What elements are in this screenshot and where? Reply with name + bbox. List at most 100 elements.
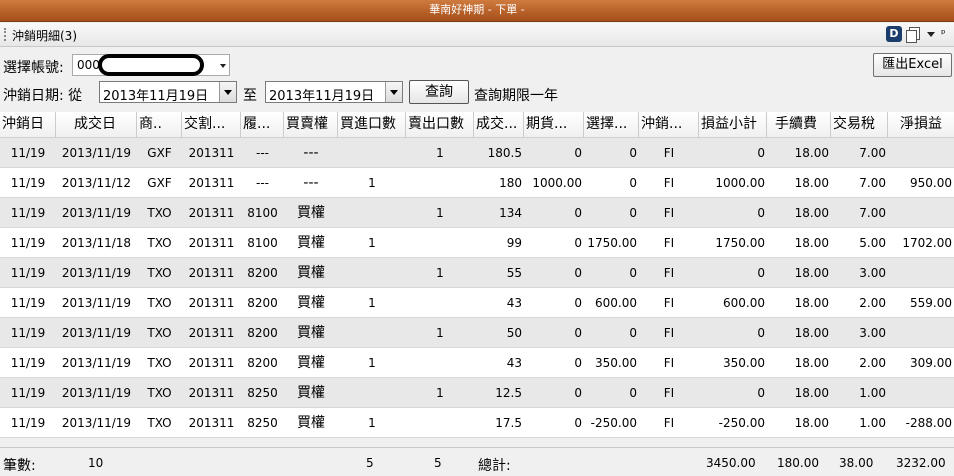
column-header[interactable]: 賣出口數 (406, 112, 474, 138)
cell-fee: 18.00 (794, 236, 829, 250)
cell-trade-price: 55 (506, 266, 522, 280)
cell-trade-price: 43 (506, 356, 522, 370)
date-from-dropdown-icon[interactable] (219, 82, 236, 102)
cell-tax: 3.00 (859, 326, 886, 340)
table-row[interactable]: 11/19 2013/11/19 TXO 201311 8200 買權 1 43 0 600.00… (0, 288, 954, 318)
cell-product: TXO (147, 266, 172, 280)
table-row[interactable]: 11/19 2013/11/19 TXO 201311 8200 買權 1 50 0 0 FI 0 18… (0, 318, 954, 348)
grip-handle-icon[interactable] (4, 28, 6, 41)
dropdown-arrow-icon[interactable] (926, 26, 936, 42)
column-header[interactable]: 成交日 (56, 112, 137, 138)
cell-sell-qty (406, 228, 474, 258)
column-header[interactable]: 淨損益 (888, 112, 954, 138)
column-header[interactable]: 手續費 (767, 112, 831, 138)
window-titlebar[interactable]: 華南好神期 - 下單 - (0, 0, 954, 22)
date-to-picker[interactable]: 2013年11月19日 (265, 81, 403, 104)
cell-pnl-subtotal: 0 (757, 386, 765, 400)
cell-trade-price: 134 (499, 206, 522, 220)
cell-trade-date: 2013/11/19 (61, 296, 132, 310)
cell-settle-date: 11/19 (10, 386, 46, 400)
chevron-down-icon[interactable] (220, 64, 226, 68)
cell-trade-date: 2013/11/19 (61, 326, 132, 340)
cell-futures-pnl: 0 (574, 236, 582, 250)
cell-settle-date: 11/19 (10, 356, 46, 370)
cell-trade-price: 180 (499, 176, 522, 190)
cell-net-pnl: 309.00 (910, 356, 952, 370)
cell-futures-pnl: 0 (574, 266, 582, 280)
column-header[interactable]: 損益小計 (699, 112, 767, 138)
cell-buy-qty (338, 318, 406, 348)
cell-trade-date: 2013/11/19 (61, 146, 132, 160)
cell-futures-pnl: 0 (574, 356, 582, 370)
cell-call-put: 買權 (297, 325, 325, 341)
cell-delivery-month: 201311 (188, 416, 235, 430)
cell-product: GXF (147, 146, 172, 160)
cell-sell-qty: 1 (436, 206, 444, 220)
cell-strike: 8200 (247, 326, 278, 340)
column-header[interactable]: 交割... (182, 112, 241, 138)
cell-sell-qty: 1 (436, 266, 444, 280)
table-row[interactable]: 11/19 2013/11/19 TXO 201311 8250 買權 1 12.5 0 0 FI 0… (0, 378, 954, 408)
panel-header: 沖銷明細(3) D ᵖ (0, 23, 954, 47)
cell-trade-date: 2013/11/19 (61, 266, 132, 280)
cell-strike: 8100 (247, 236, 278, 250)
cell-offset-type: FI (663, 416, 675, 430)
query-button[interactable]: 查詢 (409, 80, 469, 104)
cell-call-put: 買權 (297, 205, 325, 221)
table-row[interactable]: 11/19 2013/11/19 TXO 201311 8250 買權 1 17.5 0 -250… (0, 408, 954, 438)
cell-pnl-subtotal: 0 (757, 146, 765, 160)
date-to-value: 2013年11月19日 (269, 89, 375, 104)
cell-futures-pnl: 0 (574, 326, 582, 340)
copy-icon[interactable] (905, 26, 921, 43)
table-row[interactable]: 11/19 2013/11/19 TXO 201311 8100 買權 1 134 0 0 FI 0 1… (0, 198, 954, 228)
cell-trade-date: 2013/11/19 (61, 206, 132, 220)
column-header[interactable]: 交易稅 (831, 112, 888, 138)
total-label: 總計: (478, 458, 511, 474)
date-to-dropdown-icon[interactable] (385, 82, 402, 102)
column-header[interactable]: 選擇... (584, 112, 639, 138)
tax-total: 38.00 (839, 456, 874, 470)
fee-total: 180.00 (777, 456, 819, 470)
cell-buy-qty: 1 (368, 176, 376, 190)
cell-offset-type: FI (663, 266, 675, 280)
column-header[interactable]: 期貨... (524, 112, 584, 138)
date-from-picker[interactable]: 2013年11月19日 (99, 81, 237, 104)
cell-call-put: 買權 (297, 415, 325, 431)
column-header[interactable]: 買進口數 (338, 112, 406, 138)
cell-offset-type: FI (663, 236, 675, 250)
count-label: 筆數: (3, 458, 36, 474)
cell-buy-qty: 1 (368, 236, 376, 250)
table-row[interactable]: 11/19 2013/11/19 TXO 201311 8200 買權 1 55 0 0 FI 0 18… (0, 258, 954, 288)
column-header[interactable]: 履... (241, 112, 284, 138)
cell-product: TXO (147, 386, 172, 400)
pin-icon[interactable]: ᵖ (941, 26, 951, 42)
column-header[interactable]: 商.. (137, 112, 182, 138)
cell-tax: 3.00 (859, 266, 886, 280)
cell-offset-type: FI (663, 356, 675, 370)
cell-tax: 5.00 (859, 236, 886, 250)
cell-net-pnl: 1702.00 (902, 236, 952, 250)
column-header[interactable]: 沖銷日 (0, 112, 56, 138)
account-select[interactable]: 000 (72, 54, 230, 76)
table-row[interactable]: 11/19 2013/11/19 GXF 201311 --- --- 1 180.5 0 0 FI… (0, 138, 954, 168)
export-excel-button[interactable]: 匯出Excel (873, 53, 952, 77)
cell-strike: 8200 (247, 296, 278, 310)
d-logo-icon[interactable]: D (886, 26, 902, 42)
column-header[interactable]: 買賣權 (284, 112, 338, 138)
cell-option-pnl: 0 (629, 266, 637, 280)
cell-strike: --- (256, 176, 269, 190)
cell-delivery-month: 201311 (188, 176, 235, 190)
table-row[interactable]: 11/19 2013/11/12 GXF 201311 --- --- 1 180 1000.0… (0, 168, 954, 198)
column-header[interactable]: 沖銷... (639, 112, 699, 138)
window-title: 華南好神期 - 下單 - (429, 3, 525, 16)
cell-sell-qty: 1 (436, 146, 444, 160)
pnl-total: 3450.00 (706, 456, 756, 470)
cell-sell-qty: 1 (436, 326, 444, 340)
cell-pnl-subtotal: 1750.00 (715, 236, 765, 250)
column-header[interactable]: 成交... (474, 112, 524, 138)
table-row[interactable]: 11/19 2013/11/19 TXO 201311 8200 買權 1 43 0 350.00… (0, 348, 954, 378)
cell-strike: --- (256, 146, 269, 160)
cell-fee: 18.00 (794, 206, 829, 220)
settlement-table[interactable]: 沖銷日 成交日 商.. 交割... 履... 買賣權 買進口數 賣出口數 成交.… (0, 112, 954, 438)
table-row[interactable]: 11/19 2013/11/18 TXO 201311 8100 買權 1 99 0 1750.0… (0, 228, 954, 258)
